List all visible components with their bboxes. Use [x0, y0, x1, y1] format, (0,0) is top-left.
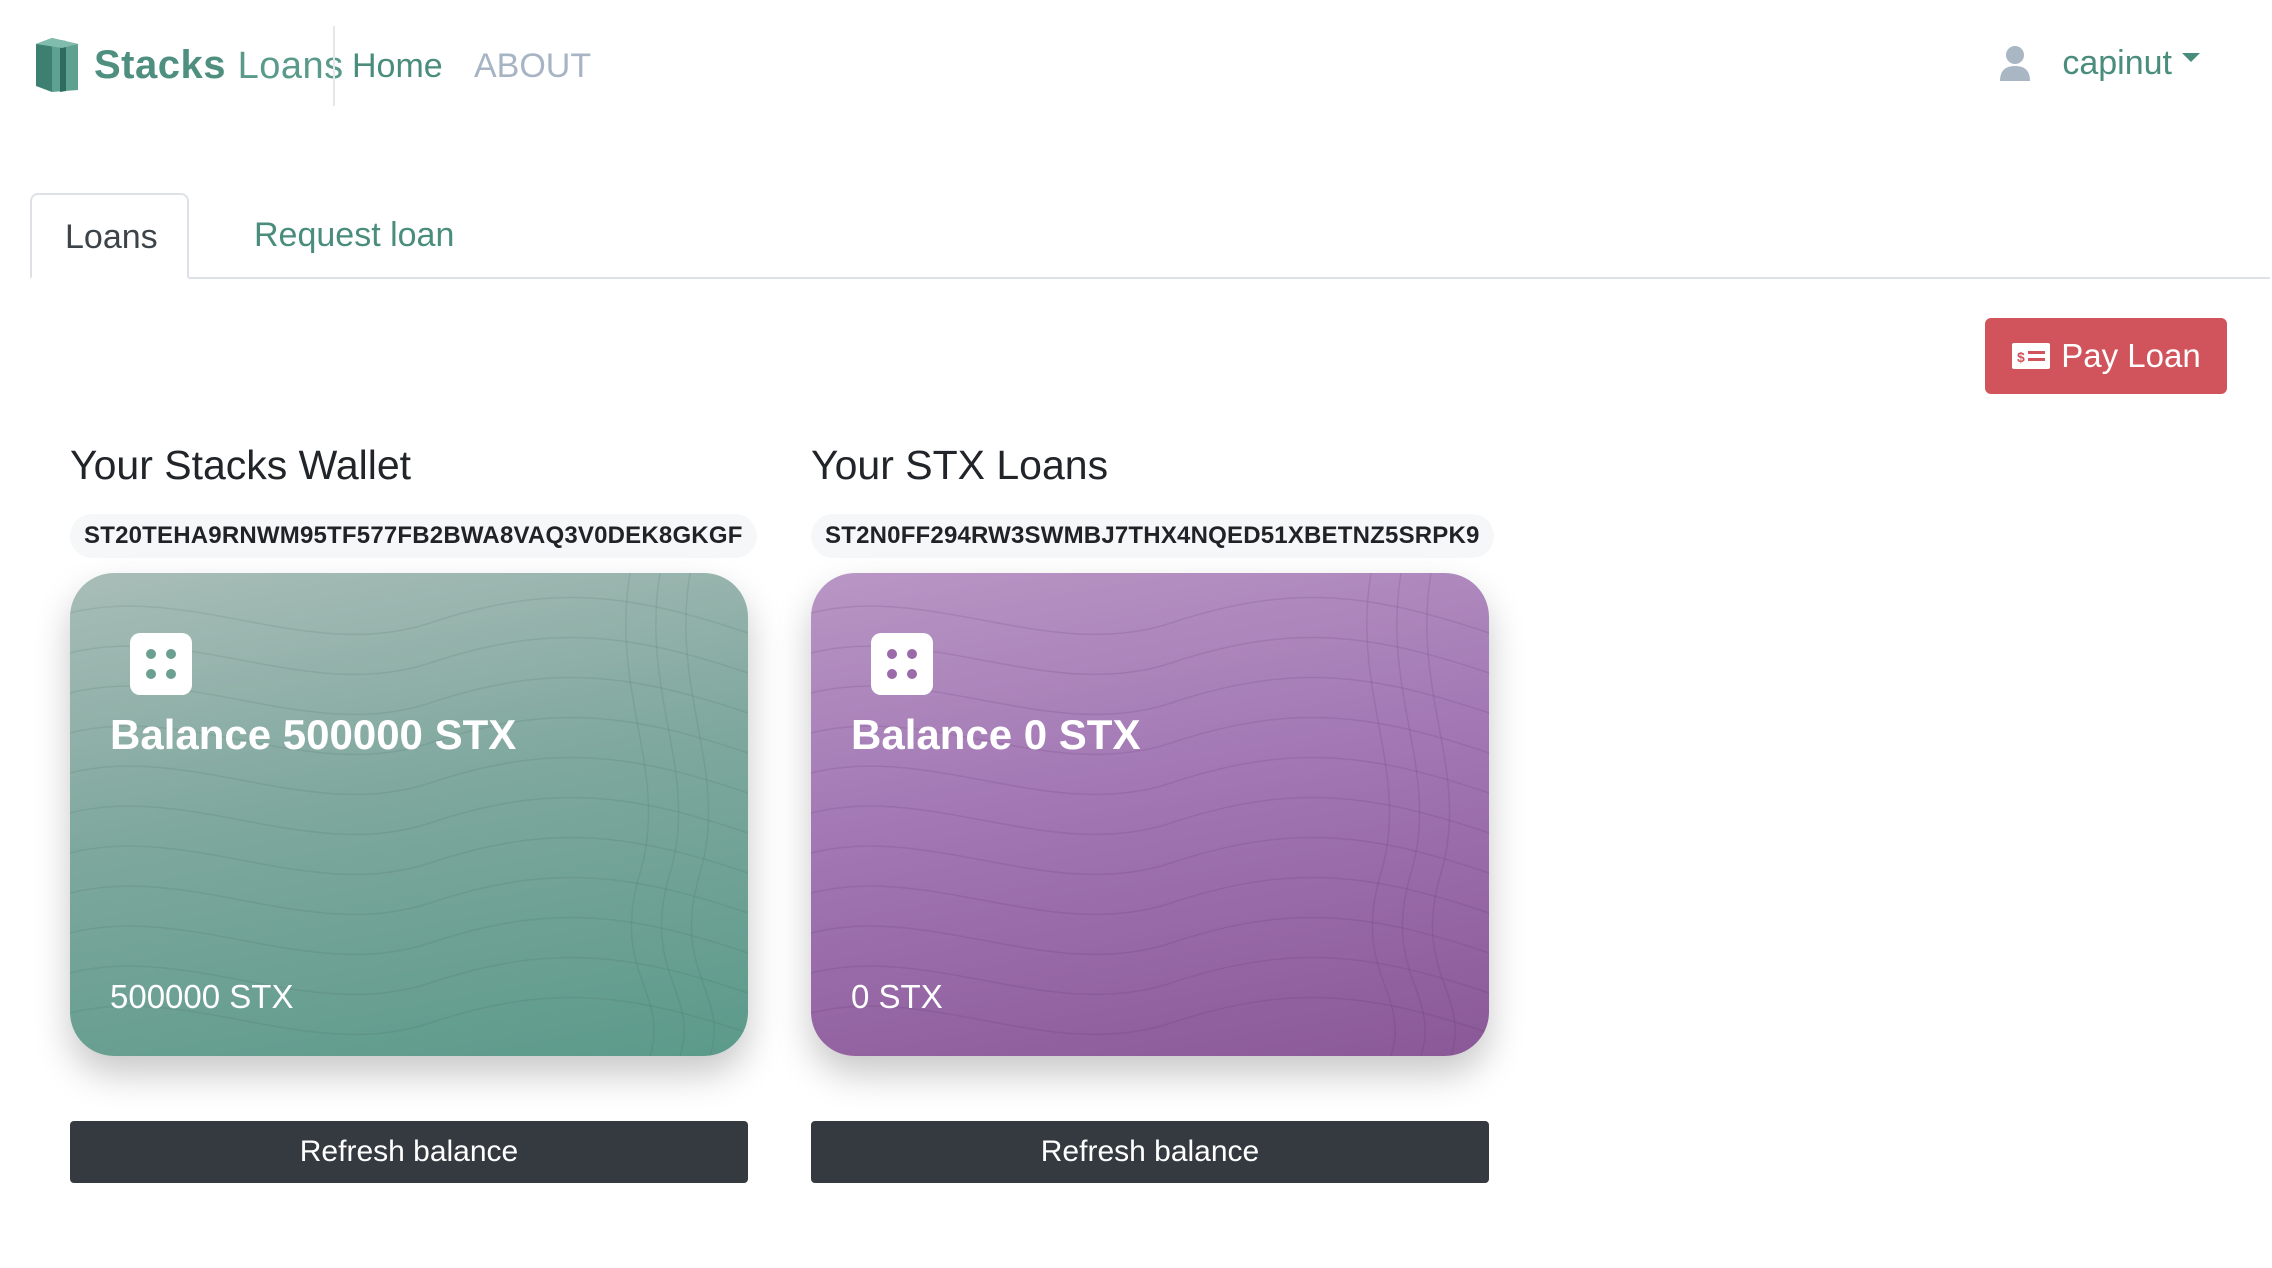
- stacks-logo-icon: [36, 38, 78, 92]
- brand-name: Stacks Loans: [94, 42, 344, 87]
- loans-refresh-button[interactable]: Refresh balance: [811, 1121, 1489, 1183]
- user-name: capinut: [2062, 44, 2172, 82]
- wallet-balance-label: Balance 500000 STX: [110, 711, 517, 758]
- pay-loan-button[interactable]: $ Pay Loan: [1985, 318, 2227, 394]
- user-menu[interactable]: capinut: [1998, 44, 2200, 83]
- wallet-address: ST20TEHA9RNWM95TF577FB2BWA8VAQ3V0DEK8GKG…: [70, 514, 757, 558]
- nav-divider: [333, 26, 335, 106]
- loans-balance-label: Balance 0 STX: [851, 711, 1141, 758]
- card-chip-icon: [130, 633, 192, 695]
- loans-amount: 0 STX: [851, 978, 943, 1015]
- tab-loans[interactable]: Loans: [30, 193, 189, 279]
- chevron-down-icon: [2182, 53, 2200, 62]
- wallet-card: Balance 500000 STX 500000 STX: [70, 573, 748, 1056]
- wallet-refresh-button[interactable]: Refresh balance: [70, 1121, 748, 1183]
- loans-address: ST2N0FF294RW3SWMBJ7THX4NQED51XBETNZ5SRPK…: [811, 514, 1494, 558]
- brand[interactable]: Stacks Loans: [32, 34, 344, 96]
- tab-bar: Loans Request loan: [30, 193, 2270, 279]
- money-bill-icon: $: [2012, 343, 2051, 369]
- pay-loan-label: Pay Loan: [2061, 337, 2201, 374]
- card-chip-icon: [871, 633, 933, 695]
- nav-about-link[interactable]: ABOUT: [474, 46, 591, 86]
- wallet-title: Your Stacks Wallet: [70, 442, 412, 488]
- user-icon: [2000, 45, 2031, 81]
- loans-card: Balance 0 STX 0 STX: [811, 573, 1489, 1056]
- nav-home-link[interactable]: Home: [352, 46, 443, 86]
- loans-title: Your STX Loans: [811, 442, 1109, 488]
- navbar: Stacks Loans Home ABOUT capinut: [0, 0, 2272, 135]
- tab-request-loan[interactable]: Request loan: [222, 193, 486, 277]
- svg-text:$: $: [2017, 349, 2025, 365]
- wallet-amount: 500000 STX: [110, 978, 294, 1015]
